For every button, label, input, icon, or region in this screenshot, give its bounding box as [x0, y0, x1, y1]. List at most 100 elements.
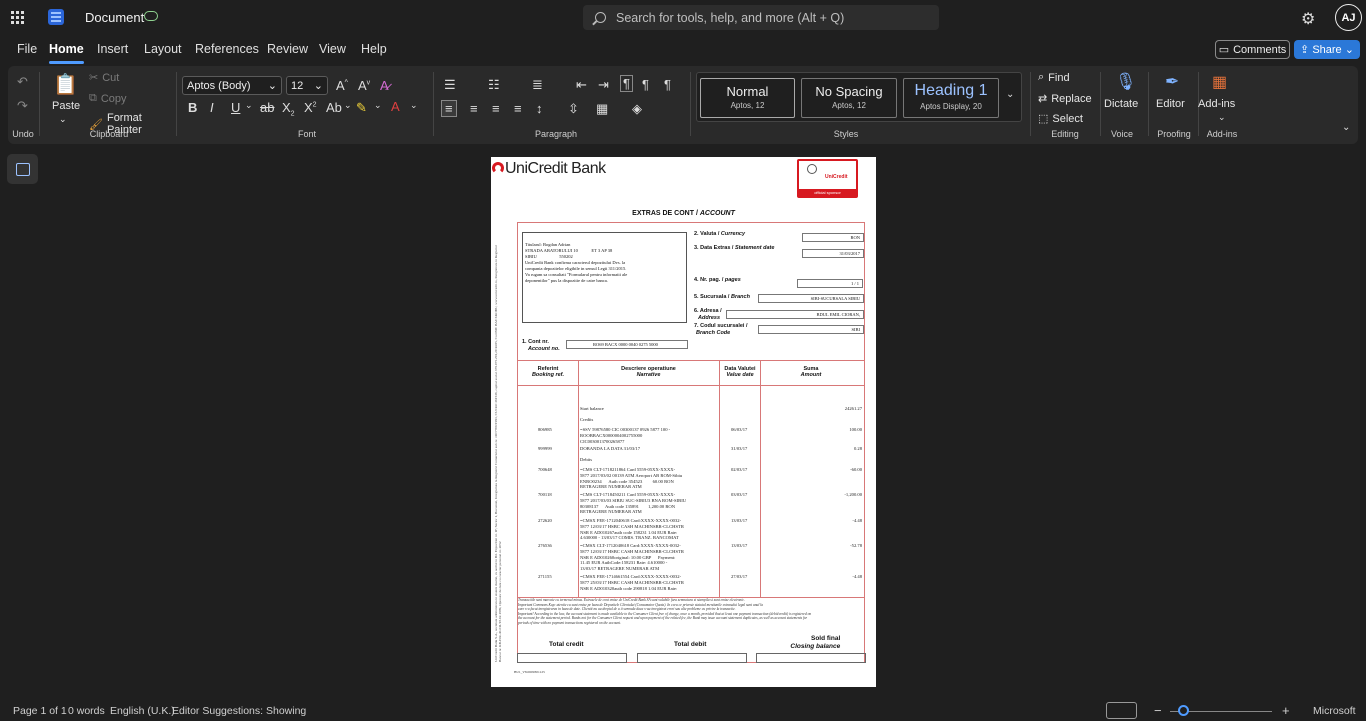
pages-value: 1 / 1 [797, 279, 863, 288]
underline-icon[interactable]: U [231, 100, 240, 115]
select-button[interactable]: ⬚ Select [1038, 112, 1083, 126]
tab-references[interactable]: References [195, 42, 259, 56]
tab-insert[interactable]: Insert [97, 42, 128, 56]
undo-icon[interactable]: ↶ [17, 74, 28, 90]
justify-icon[interactable]: ≡ [514, 101, 522, 116]
find-button[interactable]: ⌕ Find [1038, 71, 1070, 84]
ribbon-collapse-chevron-icon[interactable]: ⌄ [1342, 122, 1350, 133]
undo-group: ↶ ↷ Undo [8, 66, 38, 144]
bank-name: UniCredit Bank [505, 160, 606, 177]
tab-view[interactable]: View [319, 42, 346, 56]
zoom-in-button[interactable]: + [1282, 703, 1290, 718]
strikethrough-icon[interactable]: ab [260, 100, 274, 115]
chevron-down-icon[interactable]: ⌄ [1218, 112, 1226, 123]
page-view-button[interactable] [1106, 702, 1137, 719]
avatar[interactable]: AJ [1335, 4, 1362, 31]
word-count[interactable]: 0 words [68, 705, 105, 717]
style-no-spacing[interactable]: No Spacing Aptos, 12 [801, 78, 897, 118]
numbering-icon[interactable]: ☷ [488, 77, 500, 93]
microphone-icon[interactable]: 🎙 [1115, 72, 1137, 92]
style-sub: Aptos, 12 [730, 101, 765, 110]
editor-button[interactable]: Editor [1156, 98, 1185, 110]
chevron-down-icon[interactable]: ⌄ [344, 100, 352, 111]
subscript-icon[interactable]: X2 [282, 100, 295, 118]
addins-grid-icon[interactable]: ▦ [1212, 72, 1227, 92]
clear-formatting-icon[interactable]: A̷ [380, 78, 389, 93]
undo-group-label: Undo [12, 129, 34, 139]
text-effects-icon[interactable]: Ab [326, 100, 342, 115]
comments-button[interactable]: ▭ Comments [1215, 40, 1290, 59]
align-center-icon[interactable]: ≡ [470, 101, 478, 116]
tab-home[interactable]: Home [49, 42, 84, 64]
zoom-slider-knob[interactable] [1178, 705, 1189, 716]
document-title[interactable]: Document [85, 10, 144, 25]
navigation-pane-button[interactable] [7, 154, 38, 184]
style-normal[interactable]: Normal Aptos, 12 [700, 78, 795, 118]
select-label: Select [1052, 112, 1083, 125]
borders-icon[interactable]: ▦ [596, 101, 608, 117]
dictate-button[interactable]: Dictate [1104, 98, 1138, 110]
voice-group: 🎙 Dictate Voice [1103, 66, 1141, 144]
align-left-icon[interactable]: ≡ [441, 100, 457, 117]
font-family-select[interactable]: Aptos (Body) ⌄ [182, 76, 282, 95]
row-desc: =CMSX CLT-1712040618 Card:XXXX-XXXX-0032… [580, 543, 684, 572]
row-desc: =CMS CLT-1718211864 Card 5559-05XX-XXXX-… [580, 467, 683, 490]
superscript-icon[interactable]: X2 [304, 100, 317, 115]
tab-review[interactable]: Review [267, 42, 308, 56]
font-size-select[interactable]: 12 ⌄ [286, 76, 328, 95]
spacing-icon[interactable]: ⇳ [568, 101, 579, 117]
tab-help[interactable]: Help [361, 42, 387, 56]
chevron-down-icon[interactable]: ⌄ [374, 100, 382, 111]
editor-pen-icon[interactable]: ✒ [1165, 72, 1179, 92]
champions-league-badge: UniCredit official sponsor [797, 159, 858, 198]
document-page[interactable]: UniCredit Bank UniCredit official sponso… [491, 157, 876, 687]
paste-chevron-icon[interactable]: ⌄ [59, 114, 67, 125]
decrease-indent-icon[interactable]: ⇤ [576, 77, 587, 93]
branch-code-label: 7. Codul sucursalei / Branch Code [694, 323, 748, 336]
editor-suggestions-status[interactable]: Editor Suggestions: Showing [172, 705, 306, 717]
page-count[interactable]: Page 1 of 1 [13, 705, 67, 717]
chevron-down-icon[interactable]: ⌄ [410, 100, 418, 111]
app-launcher-icon[interactable] [11, 11, 25, 25]
shrink-font-icon[interactable]: Av [358, 78, 370, 93]
redo-icon[interactable]: ↷ [17, 98, 28, 114]
shading-icon[interactable]: ◈ [632, 101, 642, 117]
settings-gear-icon[interactable]: ⚙ [1301, 9, 1315, 29]
col-date-header: Data Valutei Value date [724, 366, 756, 378]
chevron-down-icon: ⌄ [267, 80, 277, 92]
paste-button[interactable]: Paste [52, 100, 80, 112]
font-color-icon[interactable]: A [391, 99, 400, 114]
align-right-icon[interactable]: ≡ [492, 101, 500, 116]
addins-group-label: Add-ins [1206, 129, 1238, 139]
style-heading-1[interactable]: Heading 1 Aptos Display, 20 [903, 78, 999, 118]
ltr-icon[interactable]: ¶ [620, 75, 633, 92]
share-button[interactable]: ⇪ Share ⌄ [1294, 40, 1360, 59]
row-date: 13/03/17 [731, 543, 748, 548]
chevron-down-icon[interactable]: ⌄ [245, 100, 253, 111]
cut-button[interactable]: ✂ Cut [89, 71, 119, 85]
multilevel-list-icon[interactable]: ≣ [532, 77, 543, 93]
zoom-out-button[interactable]: − [1154, 703, 1162, 718]
copy-button[interactable]: ⧉ Copy [89, 92, 127, 105]
styles-expand-icon[interactable]: ⌄ [1006, 89, 1014, 100]
line-spacing-icon[interactable]: ↕ [536, 101, 543, 116]
tab-layout[interactable]: Layout [144, 42, 182, 56]
show-formatting-icon[interactable]: ¶ [664, 77, 671, 92]
total-debit-label: Total debit [674, 641, 707, 648]
language-status[interactable]: English (U.K.) [110, 705, 175, 717]
paste-icon[interactable]: 📋 [53, 72, 78, 97]
tab-file[interactable]: File [17, 42, 37, 56]
closing-balance-label: Sold final Closing balance [790, 635, 841, 650]
addins-button[interactable]: Add-ins [1198, 98, 1235, 110]
address-line: deponentilor" pus la dispozitie de catre… [525, 278, 608, 283]
bullets-icon[interactable]: ☰ [444, 77, 456, 93]
increase-indent-icon[interactable]: ⇥ [598, 77, 609, 93]
italic-icon[interactable]: I [210, 100, 214, 115]
replace-button[interactable]: ⇄ Replace [1038, 92, 1092, 106]
grow-font-icon[interactable]: A^ [336, 78, 348, 93]
search-box[interactable]: Search for tools, help, and more (Alt + … [583, 5, 939, 30]
highlight-icon[interactable]: ✎ [356, 100, 367, 116]
bold-icon[interactable]: B [188, 100, 197, 115]
row-ref: 700648 [538, 467, 552, 472]
rtl-icon[interactable]: ¶ [642, 77, 649, 92]
